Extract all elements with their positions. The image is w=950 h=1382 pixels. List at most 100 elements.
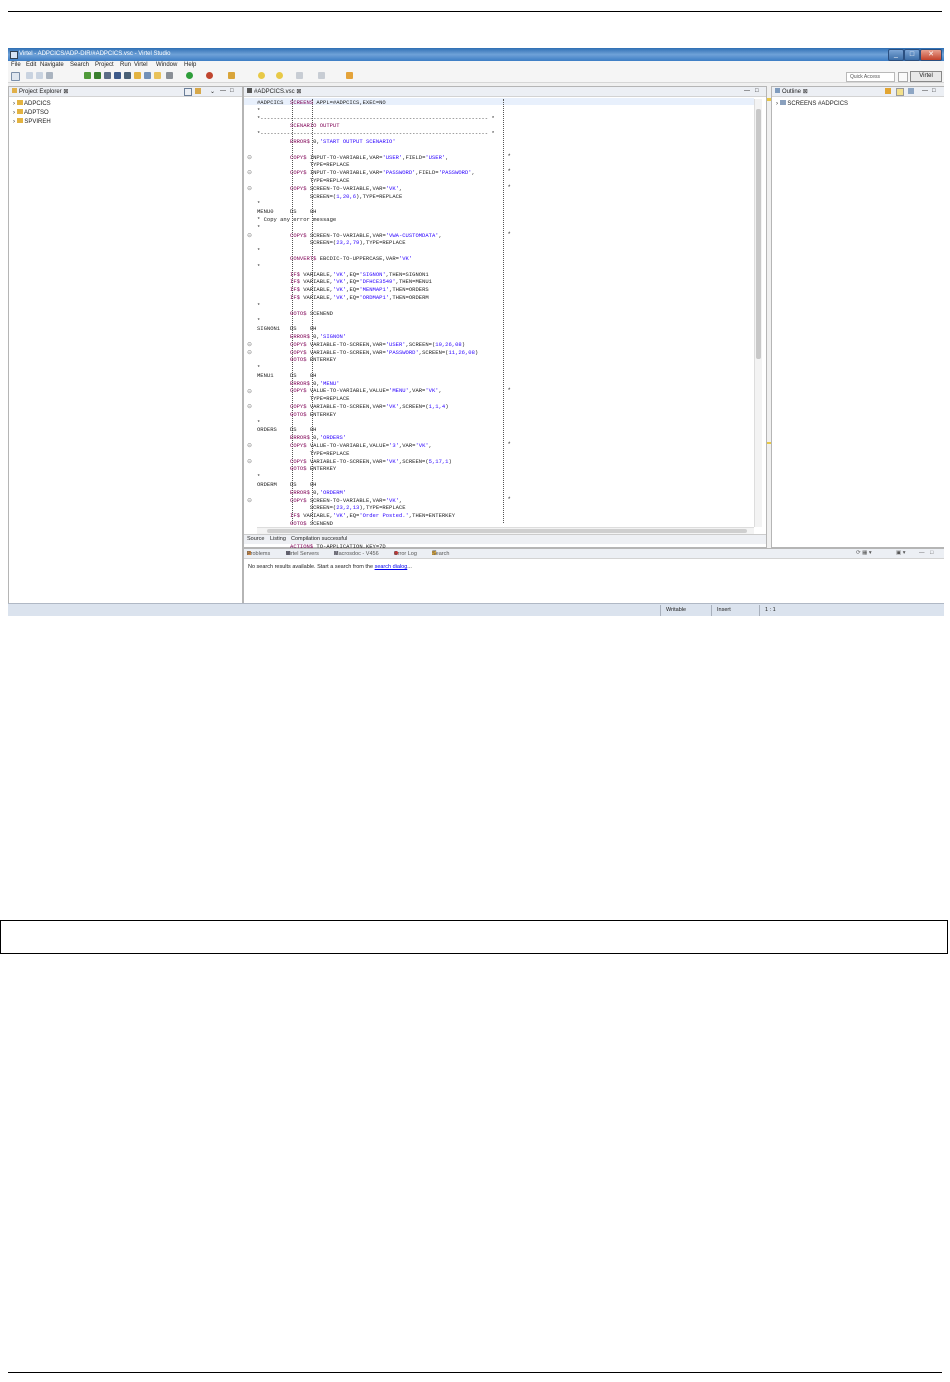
print-icon[interactable] [46, 72, 53, 79]
code-line[interactable] [257, 146, 757, 154]
folder-icon[interactable] [154, 72, 161, 79]
minimize-button[interactable]: _ [888, 49, 904, 61]
tree-item[interactable]: › ADPCICS [13, 100, 51, 107]
save-all-icon[interactable] [36, 72, 43, 79]
chevron-right-icon[interactable]: › [13, 101, 15, 107]
tab-source[interactable]: Source [247, 536, 264, 542]
code-line[interactable]: * [257, 317, 757, 325]
tree-item[interactable]: › SPVIREH [13, 118, 51, 125]
code-line[interactable]: COPY$ INPUT-TO-VARIABLE,VAR='PASSWORD',F… [257, 169, 757, 177]
scrollbar-thumb[interactable] [267, 529, 747, 533]
tab-listing[interactable]: Listing [270, 536, 286, 542]
code-line[interactable]: COPY$ VARIABLE-TO-SCREEN,VAR='VK',SCREEN… [257, 403, 757, 411]
code-line[interactable]: TYPE=REPLACE [257, 395, 757, 403]
open-folder-icon[interactable] [134, 72, 141, 79]
bulb-next-icon[interactable] [276, 72, 283, 79]
fold-icon[interactable]: ⊖ [247, 403, 252, 410]
close-icon[interactable]: ⊠ [803, 89, 808, 95]
menu-run[interactable]: Run [120, 62, 131, 68]
code-line[interactable]: *---------------------------------------… [257, 130, 757, 138]
code-line[interactable]: COPY$ SCREEN-TO-VARIABLE,VAR='VK', [257, 185, 757, 193]
code-line[interactable]: COPY$ VALUE-TO-VARIABLE,VALUE='MENU',VAR… [257, 387, 757, 395]
code-line[interactable]: * [257, 224, 757, 232]
maximize-view-icon[interactable]: □ [755, 88, 759, 94]
view-menu-icon[interactable]: ⟳ ▦ ▾ [856, 550, 872, 556]
fold-icon[interactable]: ⊖ [247, 442, 252, 449]
code-line[interactable]: COPY$ VALUE-TO-VARIABLE,VALUE='3',VAR='V… [257, 442, 757, 450]
code-line[interactable]: SCREEN=(23,2,79),TYPE=REPLACE [257, 239, 757, 247]
code-line[interactable]: COPY$ INPUT-TO-VARIABLE,VAR='USER',FIELD… [257, 154, 757, 162]
code-line[interactable]: ORDERS DS 0H [257, 426, 757, 434]
maximize-view-icon[interactable]: □ [230, 88, 234, 94]
project-explorer-tab[interactable]: Project Explorer ⊠ ⌄ — □ [9, 87, 242, 97]
settings-icon[interactable] [166, 72, 173, 79]
fold-icon[interactable]: ⊖ [247, 232, 252, 239]
fold-icon[interactable]: ⊖ [247, 388, 252, 395]
run-icon[interactable] [186, 72, 193, 79]
fold-icon[interactable]: ⊖ [247, 169, 252, 176]
maximize-view-icon[interactable]: □ [932, 88, 936, 94]
minimize-view-icon[interactable]: — [922, 88, 928, 94]
code-line[interactable]: MENU1 DS 0H [257, 372, 757, 380]
code-line[interactable]: TYPE=REPLACE [257, 161, 757, 169]
code-line[interactable]: * [257, 200, 757, 208]
code-line[interactable]: SCENARIO OUTPUT [257, 122, 757, 130]
code-line[interactable]: IF$ VARIABLE,'VK',EQ='MENMAP1',THEN=ORDE… [257, 286, 757, 294]
code-line[interactable]: SCREEN=(1,20,6),TYPE=REPLACE [257, 193, 757, 201]
minimize-view-icon[interactable]: — [220, 88, 226, 94]
deploy-icon[interactable] [94, 72, 101, 79]
minimize-view-icon[interactable]: — [744, 88, 750, 94]
virtel-perspective-button[interactable]: Virtel [910, 71, 942, 82]
chevron-right-icon[interactable]: › [776, 101, 778, 107]
code-line[interactable]: GOTO$ SCENEND [257, 310, 757, 318]
fold-icon[interactable]: ⊖ [247, 185, 252, 192]
code-line[interactable]: CONVERT$ EBCDIC-TO-UPPERCASE,VAR='VK' [257, 255, 757, 263]
code-line[interactable]: * [257, 263, 757, 271]
maximize-view-icon[interactable]: □ [930, 550, 933, 556]
new-icon[interactable] [11, 72, 20, 81]
code-line[interactable]: COPY$ VARIABLE-TO-SCREEN,VAR='USER',SCRE… [257, 341, 757, 349]
code-line[interactable]: * [257, 364, 757, 372]
code-line[interactable]: *---------------------------------------… [257, 115, 757, 123]
chevron-right-icon[interactable]: › [13, 119, 15, 125]
chevron-right-icon[interactable]: › [13, 110, 15, 116]
menu-search[interactable]: Search [70, 62, 89, 68]
code-editor[interactable]: #ADPCICS SCREENS APPL=#ADPCICS,EXEC=NO * *… [257, 99, 757, 550]
menu-virtel[interactable]: Virtel [134, 62, 148, 68]
code-line[interactable]: IF$ VARIABLE,'VK',EQ='ORDMAP1',THEN=ORDE… [257, 294, 757, 302]
pin-icon[interactable] [346, 72, 353, 79]
code-line[interactable]: COPY$ SCREEN-TO-VARIABLE,VAR='VK', [257, 497, 757, 505]
code-line[interactable]: * [257, 247, 757, 255]
fold-icon[interactable]: ⊖ [247, 497, 252, 504]
code-line[interactable]: GOTO$ ENTERKEY [257, 356, 757, 364]
code-line[interactable]: * [257, 302, 757, 310]
fold-icon[interactable]: ⊖ [247, 154, 252, 161]
menu-navigate[interactable]: Navigate [40, 62, 64, 68]
code-line[interactable]: * [257, 107, 757, 115]
code-line[interactable]: IF$ VARIABLE,'VK',EQ='SIGNON',THEN=SIGNO… [257, 271, 757, 279]
back-icon[interactable] [296, 72, 303, 79]
forward-icon[interactable] [318, 72, 325, 79]
code-line[interactable]: MENU0 DS 0H [257, 208, 757, 216]
code-line[interactable]: ORDERM DS 0H [257, 481, 757, 489]
refresh-icon[interactable] [144, 72, 151, 79]
code-line[interactable]: TYPE=REPLACE [257, 450, 757, 458]
pen-icon[interactable] [228, 72, 235, 79]
code-line[interactable]: ERROR$ 0,'START OUTPUT SCENARIO' [257, 138, 757, 146]
build-icon[interactable] [84, 72, 91, 79]
code-line[interactable]: COPY$ VARIABLE-TO-SCREEN,VAR='PASSWORD',… [257, 349, 757, 357]
view-menu-icon[interactable]: ⌄ [210, 88, 215, 95]
code-line[interactable]: GOTO$ ENTERKEY [257, 465, 757, 473]
menu-window[interactable]: Window [156, 62, 177, 68]
sort-icon[interactable] [896, 88, 904, 96]
tag-icon[interactable] [885, 88, 891, 94]
close-icon[interactable]: ⊠ [63, 89, 68, 95]
quick-access-input[interactable]: Quick Access [846, 72, 895, 82]
bulb-icon[interactable] [258, 72, 265, 79]
code-line[interactable]: ERROR$ 0,'SIGNON' [257, 333, 757, 341]
open-perspective-icon[interactable] [898, 72, 908, 82]
code-line[interactable]: TYPE=REPLACE [257, 177, 757, 185]
tree-item[interactable]: › ADPTSO [13, 109, 49, 116]
outline-tab[interactable]: Outline ⊠ — □ [772, 87, 944, 97]
minimize-view-icon[interactable]: — [919, 550, 925, 556]
